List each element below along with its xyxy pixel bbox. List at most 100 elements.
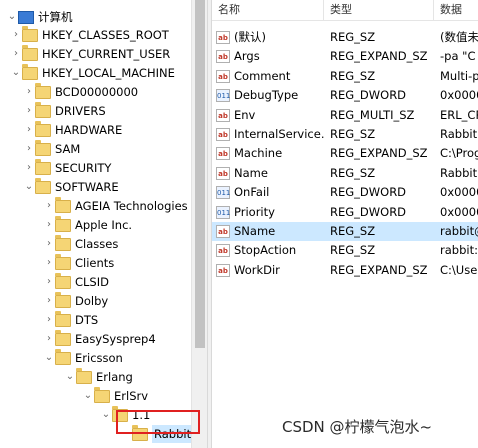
folder-icon: [55, 348, 71, 365]
value-row[interactable]: ab (默认) REG_SZ (数值未: [212, 28, 478, 47]
folder-icon: [94, 386, 110, 403]
tree-node[interactable]: › Clients: [43, 253, 114, 272]
chevron-right-icon[interactable]: ›: [23, 102, 35, 120]
chevron-right-icon[interactable]: ›: [43, 292, 55, 310]
chevron-right-icon[interactable]: ›: [43, 235, 55, 253]
tree-node[interactable]: › BCD00000000: [23, 82, 139, 101]
tree-node[interactable]: ⌄ ErlSrv: [82, 386, 148, 405]
folder-icon: [55, 253, 71, 270]
value-name: InternalService...: [234, 127, 324, 141]
tree-node[interactable]: ⌄ Erlang: [64, 367, 133, 386]
value-row[interactable]: ab Env REG_MULTI_SZ ERL_CR: [212, 106, 478, 125]
value-name-cell: ab Args: [216, 47, 324, 66]
value-data: Rabbit: [440, 127, 478, 141]
tree-node[interactable]: › EasySysprep4: [43, 329, 156, 348]
chevron-right-icon[interactable]: ›: [23, 83, 35, 101]
value-name: OnFail: [234, 185, 270, 200]
chevron-right-icon[interactable]: ›: [10, 45, 22, 63]
chevron-right-icon[interactable]: ›: [10, 26, 22, 44]
tree-node-label: HKEY_LOCAL_MACHINE: [42, 66, 175, 80]
value-row[interactable]: ab Name REG_SZ Rabbit: [212, 164, 478, 183]
chevron-down-icon[interactable]: ⌄: [64, 368, 76, 386]
value-row[interactable]: ab InternalService... REG_SZ Rabbit: [212, 125, 478, 144]
chevron-down-icon[interactable]: ⌄: [10, 64, 22, 82]
tree-node-label: Erlang: [96, 370, 133, 384]
value-name: Priority: [234, 204, 275, 219]
binary-value-icon: 011: [216, 89, 230, 103]
value-name-cell: ab Env: [216, 106, 324, 125]
scrollbar-thumb[interactable]: [195, 0, 205, 348]
tree-node[interactable]: › HKEY_CLASSES_ROOT: [10, 25, 169, 44]
tree-node[interactable]: › Dolby: [43, 291, 109, 310]
tree-node-label: Classes: [75, 237, 119, 251]
value-row[interactable]: ab WorkDir REG_EXPAND_SZ C:\User: [212, 261, 478, 280]
tree-node[interactable]: ⌄ HKEY_LOCAL_MACHINE: [10, 63, 175, 82]
value-data: rabbit@: [440, 224, 478, 238]
value-data: rabbit:s: [440, 243, 478, 258]
chevron-down-icon[interactable]: ⌄: [100, 406, 112, 424]
value-data: Rabbit: [440, 165, 478, 180]
value-name-cell: ab Comment: [216, 67, 324, 86]
tree-node[interactable]: › Classes: [43, 234, 119, 253]
column-header-type[interactable]: 类型: [324, 0, 434, 20]
chevron-right-icon[interactable]: ›: [43, 216, 55, 234]
value-row[interactable]: ab Comment REG_SZ Multi-p: [212, 67, 478, 86]
value-row[interactable]: ab Args REG_EXPAND_SZ -pa "C: [212, 47, 478, 66]
tree-node-label: EasySysprep4: [75, 332, 156, 346]
chevron-down-icon[interactable]: ⌄: [43, 349, 55, 367]
tree-node-label: SECURITY: [55, 161, 112, 175]
tree-node[interactable]: › HKEY_CURRENT_USER: [10, 44, 170, 63]
value-data: ERL_CR: [440, 107, 478, 122]
string-value-icon: ab: [216, 69, 230, 83]
tree-node[interactable]: ⌄ 计算机: [6, 8, 73, 26]
chevron-right-icon[interactable]: ›: [43, 197, 55, 215]
tree-node[interactable]: ⌄ SOFTWARE: [23, 177, 119, 196]
value-name: Machine: [234, 146, 283, 161]
value-type: REG_SZ: [330, 165, 376, 180]
chevron-right-icon[interactable]: ›: [23, 159, 35, 177]
column-header-name[interactable]: 名称: [212, 0, 324, 20]
chevron-right-icon[interactable]: ›: [43, 311, 55, 329]
string-value-icon: ab: [216, 31, 230, 44]
value-name-cell: ab Name: [216, 164, 324, 183]
folder-icon: [22, 63, 38, 80]
tree-node[interactable]: › SECURITY: [23, 158, 112, 177]
value-type: REG_EXPAND_SZ: [330, 262, 428, 277]
string-value-icon: ab: [216, 50, 230, 64]
tree-node[interactable]: › Apple Inc.: [43, 215, 132, 234]
tree-node[interactable]: ⌄ Ericsson: [43, 348, 123, 367]
tree-node[interactable]: › HARDWARE: [23, 120, 123, 139]
tree-node[interactable]: › CLSID: [43, 272, 109, 291]
value-row[interactable]: ab StopAction REG_SZ rabbit:s: [212, 241, 478, 260]
value-data: -pa "C: [440, 49, 476, 64]
value-row[interactable]: 011 Priority REG_DWORD 0x0000: [212, 203, 478, 222]
chevron-right-icon[interactable]: ›: [43, 273, 55, 291]
value-type: REG_SZ: [330, 68, 376, 83]
chevron-down-icon[interactable]: ⌄: [23, 178, 35, 196]
tree-node[interactable]: › AGEIA Technologies: [43, 196, 188, 215]
chevron-down-icon[interactable]: ⌄: [6, 8, 18, 26]
tree-node-label: Dolby: [75, 294, 109, 308]
folder-icon: [55, 215, 71, 232]
value-name: Args: [234, 49, 260, 64]
value-row[interactable]: 011 DebugType REG_DWORD 0x0000: [212, 86, 478, 105]
tree-node[interactable]: › SAM: [23, 139, 80, 158]
chevron-right-icon[interactable]: ›: [43, 254, 55, 272]
value-type: REG_MULTI_SZ: [330, 107, 415, 122]
chevron-down-icon[interactable]: ⌄: [82, 387, 94, 405]
folder-icon: [35, 120, 51, 137]
value-type: REG_SZ: [330, 224, 376, 238]
tree-node[interactable]: › DTS: [43, 310, 98, 329]
chevron-right-icon[interactable]: ›: [23, 121, 35, 139]
value-row[interactable]: ab SName REG_SZ rabbit@: [212, 222, 478, 241]
tree-node[interactable]: › DRIVERS: [23, 101, 106, 120]
column-header-data[interactable]: 数据: [434, 0, 478, 20]
value-row[interactable]: ab Machine REG_EXPAND_SZ C:\Prog: [212, 144, 478, 163]
value-row[interactable]: 011 OnFail REG_DWORD 0x0000: [212, 183, 478, 202]
chevron-right-icon[interactable]: ›: [23, 140, 35, 158]
tree-node-label: BCD00000000: [55, 85, 139, 99]
tree-scrollbar[interactable]: [191, 0, 208, 448]
tree-node-label: HARDWARE: [55, 123, 123, 137]
value-data: (数值未: [440, 30, 478, 44]
chevron-right-icon[interactable]: ›: [43, 330, 55, 348]
